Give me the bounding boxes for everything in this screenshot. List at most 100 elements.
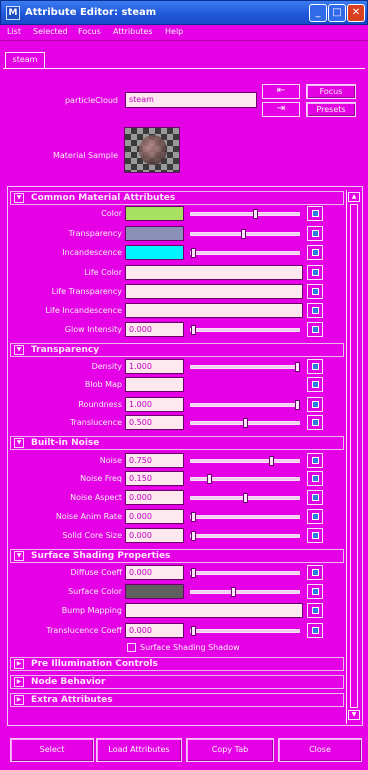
menu-attributes[interactable]: Attributes [113, 27, 153, 36]
incandescence-map-button[interactable] [307, 245, 323, 260]
roundness-slider[interactable] [190, 400, 300, 410]
go-output-button[interactable]: ⇥ [262, 102, 300, 117]
slider-handle[interactable] [269, 456, 274, 466]
surface-shading-shadow-checkbox[interactable] [127, 643, 136, 652]
menu-list[interactable]: List [7, 27, 21, 36]
glow-map-button[interactable] [307, 322, 323, 337]
section-builtin-noise[interactable]: ▼ Built-in Noise [10, 436, 344, 450]
bump-map-button[interactable] [307, 603, 323, 618]
roundness-field[interactable]: 1.000 [125, 397, 184, 412]
translucence-field[interactable]: 0.500 [125, 415, 184, 430]
blob-map-field[interactable] [125, 377, 184, 392]
blob-map-map-button[interactable] [307, 377, 323, 392]
noise-anim-field[interactable]: 0.000 [125, 509, 184, 524]
density-slider[interactable] [190, 362, 300, 372]
slider-handle[interactable] [295, 400, 300, 410]
translucence-coeff-slider[interactable] [190, 626, 300, 636]
slider-handle[interactable] [191, 568, 196, 578]
translucence-coeff-map-button[interactable] [307, 623, 323, 638]
noise-aspect-field[interactable]: 0.000 [125, 490, 184, 505]
surface-color-map-button[interactable] [307, 584, 323, 599]
incandescence-swatch[interactable] [125, 245, 184, 260]
color-swatch[interactable] [125, 206, 184, 221]
life-transparency-map-button[interactable] [307, 284, 323, 299]
noise-aspect-slider[interactable] [190, 493, 300, 503]
slider-handle[interactable] [191, 325, 196, 335]
scroll-up-icon[interactable]: ▲ [348, 192, 360, 202]
go-input-button[interactable]: ⇤ [262, 84, 300, 99]
section-surface-shading[interactable]: ▼ Surface Shading Properties [10, 549, 344, 563]
section-common-material[interactable]: ▼ Common Material Attributes [10, 191, 344, 205]
solid-core-field[interactable]: 0.000 [125, 528, 184, 543]
copy-tab-button[interactable]: Copy Tab [186, 738, 274, 762]
focus-button[interactable]: Focus [306, 84, 356, 99]
transparency-swatch[interactable] [125, 226, 184, 241]
minimize-button[interactable]: _ [309, 4, 327, 22]
noise-anim-map-button[interactable] [307, 509, 323, 524]
noise-freq-slider[interactable] [190, 474, 300, 484]
noise-anim-slider[interactable] [190, 512, 300, 522]
noise-field[interactable]: 0.750 [125, 453, 184, 468]
diffuse-slider[interactable] [190, 568, 300, 578]
solid-core-slider[interactable] [190, 531, 300, 541]
section-extra-attributes[interactable]: ▶ Extra Attributes [10, 693, 344, 707]
close-button[interactable]: Close [278, 738, 362, 762]
density-map-button[interactable] [307, 359, 323, 374]
section-transparency[interactable]: ▼ Transparency [10, 343, 344, 357]
life-incandescence-field[interactable] [125, 303, 303, 318]
bump-field[interactable] [125, 603, 303, 618]
slider-handle[interactable] [191, 531, 196, 541]
surface-color-slider[interactable] [190, 587, 300, 597]
noise-slider[interactable] [190, 456, 300, 466]
vertical-scrollbar[interactable]: ▲ ▼ [346, 190, 360, 724]
menu-focus[interactable]: Focus [78, 27, 101, 36]
menu-help[interactable]: Help [165, 27, 183, 36]
glow-field[interactable]: 0.000 [125, 322, 184, 337]
slider-handle[interactable] [191, 512, 196, 522]
slider-handle[interactable] [253, 209, 258, 219]
density-field[interactable]: 1.000 [125, 359, 184, 374]
translucence-slider[interactable] [190, 418, 300, 428]
incandescence-slider[interactable] [190, 248, 300, 258]
slider-handle[interactable] [231, 587, 236, 597]
transparency-slider[interactable] [190, 229, 300, 239]
slider-handle[interactable] [241, 229, 246, 239]
diffuse-map-button[interactable] [307, 565, 323, 580]
solid-core-map-button[interactable] [307, 528, 323, 543]
select-button[interactable]: Select [10, 738, 94, 762]
slider-handle[interactable] [191, 626, 196, 636]
slider-handle[interactable] [191, 248, 196, 258]
translucence-coeff-field[interactable]: 0.000 [125, 623, 184, 638]
surface-color-swatch[interactable] [125, 584, 184, 599]
slider-handle[interactable] [207, 474, 212, 484]
scroll-down-icon[interactable]: ▼ [348, 710, 360, 720]
life-transparency-field[interactable] [125, 284, 303, 299]
noise-freq-field[interactable]: 0.150 [125, 471, 184, 486]
particle-cloud-field[interactable]: steam [125, 92, 257, 108]
glow-slider[interactable] [190, 325, 300, 335]
noise-map-button[interactable] [307, 453, 323, 468]
slider-handle[interactable] [295, 362, 300, 372]
noise-freq-map-button[interactable] [307, 471, 323, 486]
life-color-map-button[interactable] [307, 265, 323, 280]
presets-button[interactable]: Presets [306, 102, 356, 117]
slider-handle[interactable] [243, 493, 248, 503]
menu-selected[interactable]: Selected [33, 27, 68, 36]
color-slider[interactable] [190, 209, 300, 219]
tab-steam[interactable]: steam [5, 52, 45, 68]
maximize-button[interactable]: □ [328, 4, 346, 22]
load-attributes-button[interactable]: Load Attributes [96, 738, 182, 762]
section-pre-illumination[interactable]: ▶ Pre Illumination Controls [10, 657, 344, 671]
life-incandescence-map-button[interactable] [307, 303, 323, 318]
diffuse-field[interactable]: 0.000 [125, 565, 184, 580]
color-map-button[interactable] [307, 206, 323, 221]
transparency-map-button[interactable] [307, 226, 323, 241]
scroll-thumb[interactable] [350, 204, 358, 708]
life-color-field[interactable] [125, 265, 303, 280]
close-window-button[interactable]: ✕ [347, 4, 365, 22]
section-node-behavior[interactable]: ▶ Node Behavior [10, 675, 344, 689]
roundness-map-button[interactable] [307, 397, 323, 412]
material-sample-swatch[interactable] [124, 127, 180, 173]
translucence-map-button[interactable] [307, 415, 323, 430]
noise-aspect-map-button[interactable] [307, 490, 323, 505]
